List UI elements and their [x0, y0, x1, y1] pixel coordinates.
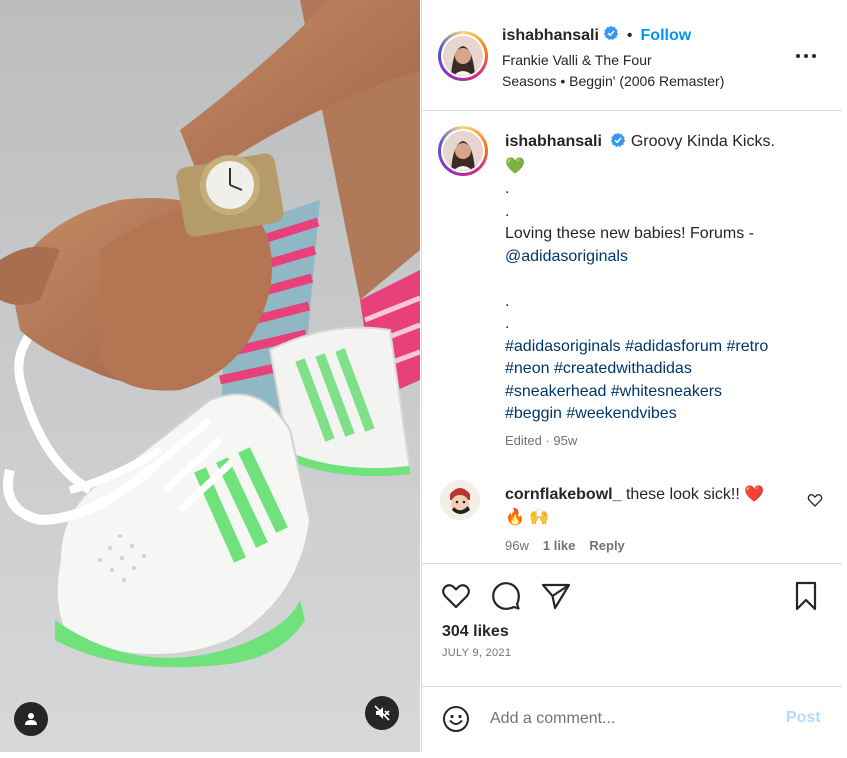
more-options-icon[interactable]	[794, 48, 818, 64]
comment-emojis: 🔥 🙌	[505, 509, 550, 526]
comment-meta: 96w 1 like Reply	[505, 538, 625, 553]
post-actions	[422, 580, 842, 614]
volume-muted-icon	[374, 705, 390, 721]
comment-time: 96w	[505, 538, 529, 553]
caption-text: Loving these new babies! Forums -	[505, 225, 755, 242]
avatar-image	[440, 480, 480, 520]
hashtag-link[interactable]: #createdwithadidas	[554, 360, 692, 377]
share-send-icon[interactable]	[540, 580, 572, 612]
caption-dot: .	[505, 315, 510, 332]
post-comment-button[interactable]: Post	[786, 709, 821, 727]
verified-badge-icon	[603, 25, 619, 46]
comment-input[interactable]	[490, 707, 760, 731]
audio-attribution[interactable]: Frankie Valli & The Four Seasons • Beggi…	[502, 50, 762, 92]
hashtag-link[interactable]: #whitesneakers	[611, 383, 722, 400]
post-side-panel: ishabhansali • Follow Frankie Valli & Th…	[421, 0, 842, 752]
comment-body: cornflakebowl_ these look sick!! ❤️ 🔥 🙌	[505, 483, 795, 529]
caption-dot: .	[505, 292, 510, 310]
comment-likes-count[interactable]: 1 like	[543, 538, 576, 553]
sneaker-photo	[0, 0, 420, 752]
commenter-avatar[interactable]	[440, 480, 480, 520]
caption-heart-emoji: 💚	[505, 157, 525, 175]
post-date: JULY 9, 2021	[442, 647, 512, 659]
user-icon	[25, 713, 37, 725]
audio-line-1: Frankie Valli & The Four	[502, 52, 652, 68]
hashtag-link[interactable]: #adidasforum	[625, 338, 722, 355]
tagged-users-button[interactable]	[14, 702, 48, 736]
like-heart-icon[interactable]	[440, 580, 472, 612]
hashtag-link[interactable]: #adidasoriginals	[505, 338, 621, 355]
verified-badge-icon	[610, 132, 626, 156]
post-media-video[interactable]	[0, 0, 420, 752]
author-avatar[interactable]	[438, 31, 488, 81]
save-bookmark-icon[interactable]	[790, 580, 822, 612]
actions-divider	[422, 563, 842, 564]
hashtag-link[interactable]: #beggin	[505, 405, 562, 422]
caption-title: Groovy Kinda Kicks.	[630, 133, 775, 150]
mute-toggle-button[interactable]	[365, 696, 399, 730]
hashtag-link[interactable]: #weekendvibes	[566, 405, 676, 422]
hashtag-link[interactable]: #sneakerhead	[505, 383, 606, 400]
comment-text: these look sick!!	[625, 486, 740, 503]
author-username[interactable]: ishabhansali	[502, 27, 599, 45]
mention-link[interactable]: @adidasoriginals	[505, 246, 810, 269]
caption-author-avatar[interactable]	[438, 126, 488, 176]
likes-count[interactable]: 304 likes	[442, 623, 509, 641]
follow-button[interactable]: Follow	[641, 27, 692, 45]
post-header: ishabhansali • Follow	[502, 25, 691, 46]
caption-dot: .	[505, 180, 510, 197]
audio-line-2: Seasons • Beggin' (2006 Remaster)	[502, 73, 725, 89]
separator-dot: •	[626, 26, 633, 44]
avatar-image	[443, 131, 483, 171]
avatar-image	[443, 36, 483, 76]
instagram-post-modal: ishabhansali • Follow Frankie Valli & Th…	[0, 0, 847, 758]
commenter-username[interactable]: cornflakebowl_	[505, 486, 621, 503]
comment-like-heart-icon[interactable]	[807, 492, 823, 508]
hashtag-link[interactable]: #retro	[727, 338, 769, 355]
emoji-smiley-icon[interactable]	[442, 705, 470, 733]
comment-reply-button[interactable]: Reply	[589, 538, 624, 553]
edited-timestamp: Edited · 95w	[505, 433, 578, 448]
comment-heart-emoji: ❤️	[744, 486, 765, 503]
comment-bubble-icon[interactable]	[490, 580, 522, 612]
post-caption: ishabhansali Groovy Kinda Kicks. 💚 . . L…	[505, 131, 810, 426]
caption-username[interactable]: ishabhansali	[505, 133, 602, 150]
caption-dot: .	[505, 202, 510, 220]
hashtag-link[interactable]: #neon	[505, 360, 550, 377]
comment-composer: Post	[422, 686, 842, 752]
header-divider	[422, 110, 842, 111]
